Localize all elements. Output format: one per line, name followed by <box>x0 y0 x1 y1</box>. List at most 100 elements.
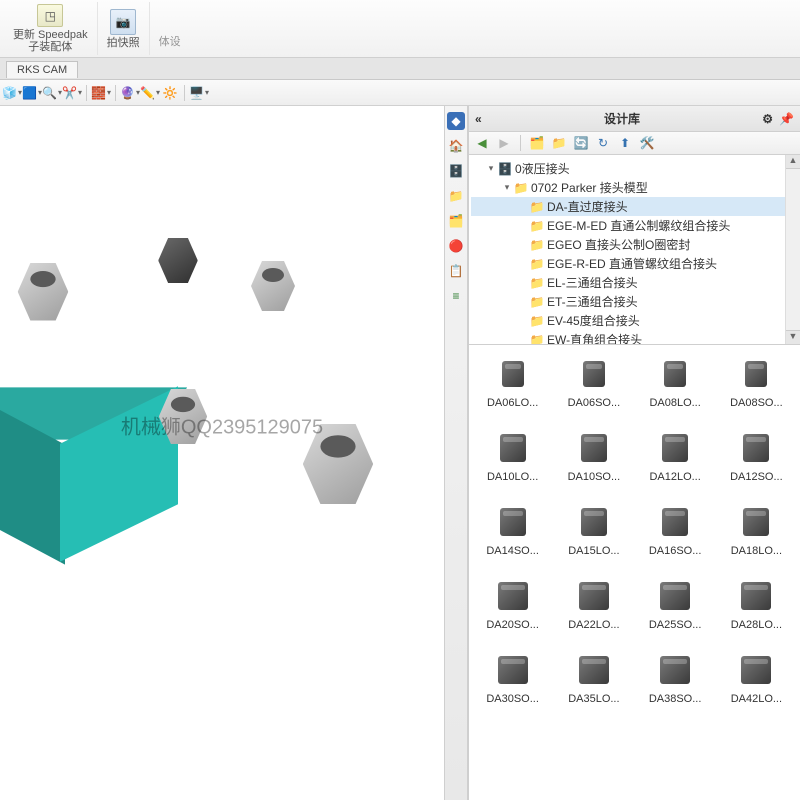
library-item-label: DA20SO... <box>486 619 539 631</box>
update-speedpak-button[interactable]: ◳ 更新 Speedpak 子装配体 <box>4 2 98 55</box>
new-folder-icon[interactable]: 📁 <box>551 135 567 151</box>
tree-item[interactable]: 📁ET-三通组合接头 <box>471 292 798 311</box>
trailing-button[interactable]: 体设 <box>150 2 190 55</box>
tab-solidworks-resources-icon[interactable]: ◆ <box>447 112 465 130</box>
tab-view-palette-icon[interactable]: 🗂️ <box>447 212 465 230</box>
up-icon[interactable]: ⬆ <box>617 135 633 151</box>
display-style-icon[interactable]: 🧱 <box>93 85 109 101</box>
library-item[interactable]: DA06LO... <box>475 353 550 409</box>
library-item-label: DA08SO... <box>730 397 783 409</box>
edit-icon[interactable]: ✏️ <box>142 85 158 101</box>
zoom-icon[interactable]: 🔍 <box>44 85 60 101</box>
trailing-label: 体设 <box>159 36 181 48</box>
library-item-label: DA08LO... <box>649 397 700 409</box>
tree-item[interactable]: 📁EV-45度组合接头 <box>471 311 798 330</box>
library-item-label: DA12SO... <box>730 471 783 483</box>
ribbon: ◳ 更新 Speedpak 子装配体 📷 拍快照 体设 <box>0 0 800 58</box>
snapshot-button[interactable]: 📷 拍快照 <box>98 2 150 55</box>
gear-icon[interactable]: ⚙ <box>762 112 773 126</box>
library-tree[interactable]: ▾🗄️0液压接头 ▾📁0702 Parker 接头模型 📁DA-直过度接头📁EG… <box>469 155 800 345</box>
part-thumb-icon <box>490 427 536 469</box>
separator <box>520 135 521 151</box>
camera-icon: 📷 <box>110 9 136 35</box>
tab-custom-props-icon[interactable]: 📋 <box>447 262 465 280</box>
library-thumbnails[interactable]: DA06LO... DA06SO... DA08LO... DA08SO... DA10… <box>469 345 800 800</box>
part-thumb-icon <box>733 649 779 691</box>
tab-file-explorer-icon[interactable]: 📁 <box>447 187 465 205</box>
library-item-label: DA06LO... <box>487 397 538 409</box>
tree-sub1[interactable]: ▾📁0702 Parker 接头模型 <box>471 178 798 197</box>
library-item-label: DA35LO... <box>568 693 619 705</box>
part-thumb-icon <box>733 575 779 617</box>
library-item[interactable]: DA20SO... <box>475 575 550 631</box>
speedpak-icon: ◳ <box>37 4 63 27</box>
library-item[interactable]: DA30SO... <box>475 649 550 705</box>
part-thumb-icon <box>571 353 617 395</box>
part-thumb-icon <box>652 501 698 543</box>
part-thumb-icon <box>733 427 779 469</box>
library-item[interactable]: DA10SO... <box>556 427 631 483</box>
part-thumb-icon <box>490 575 536 617</box>
screen-icon[interactable]: 🖥️ <box>191 85 207 101</box>
library-item[interactable]: DA22LO... <box>556 575 631 631</box>
library-item-label: DA42LO... <box>731 693 782 705</box>
tree-item[interactable]: 📁EGE-M-ED 直通公制螺纹组合接头 <box>471 216 798 235</box>
separator <box>86 85 87 101</box>
forward-icon[interactable]: ▶ <box>496 135 512 151</box>
collapse-icon[interactable]: « <box>475 112 482 126</box>
library-item[interactable]: DA06SO... <box>556 353 631 409</box>
library-item-label: DA10LO... <box>487 471 538 483</box>
tab-appearances-icon[interactable]: 🔴 <box>447 237 465 255</box>
library-item[interactable]: DA28LO... <box>719 575 794 631</box>
library-item[interactable]: DA38SO... <box>638 649 713 705</box>
tree-item[interactable]: 📁EGEO 直接头公制O圈密封 <box>471 235 798 254</box>
library-item-label: DA06SO... <box>568 397 621 409</box>
tree-root[interactable]: ▾🗄️0液压接头 <box>471 159 798 178</box>
model-nut-dark <box>153 229 203 283</box>
library-item[interactable]: DA10LO... <box>475 427 550 483</box>
model-hex-top <box>245 251 301 311</box>
part-thumb-icon <box>652 649 698 691</box>
library-item[interactable]: DA12SO... <box>719 427 794 483</box>
part-icon[interactable]: 🧊 <box>4 85 20 101</box>
library-item-label: DA30SO... <box>486 693 539 705</box>
tree-scrollbar[interactable]: ▲▼ <box>785 155 800 344</box>
tab-cam[interactable]: RKS CAM <box>6 61 78 78</box>
tree-item[interactable]: 📁DA-直过度接头 <box>471 197 798 216</box>
tab-design-library-icon[interactable]: 🗄️ <box>447 162 465 180</box>
library-item[interactable]: DA08LO... <box>638 353 713 409</box>
library-item[interactable]: DA16SO... <box>638 501 713 557</box>
add-location-icon[interactable]: 🗂️ <box>529 135 545 151</box>
graphics-viewport[interactable]: 机械狮QQ2395129075 <box>0 106 444 800</box>
section-icon[interactable]: ✂️ <box>64 85 80 101</box>
task-pane-tabs: ◆ 🏠 🗄️ 📁 🗂️ 🔴 📋 ≡ <box>444 106 468 800</box>
library-item[interactable]: DA15LO... <box>556 501 631 557</box>
tree-item[interactable]: 📁EGE-R-ED 直通管螺纹组合接头 <box>471 254 798 273</box>
part-thumb-icon <box>490 501 536 543</box>
back-icon[interactable]: ◀ <box>474 135 490 151</box>
part-thumb-icon <box>571 649 617 691</box>
pin-icon[interactable]: 📌 <box>779 112 794 126</box>
library-item[interactable]: DA35LO... <box>556 649 631 705</box>
appearance-icon[interactable]: 🔮 <box>122 85 138 101</box>
tree-item[interactable]: 📁EW-直角组合接头 <box>471 330 798 345</box>
library-item[interactable]: DA18LO... <box>719 501 794 557</box>
library-item[interactable]: DA08SO... <box>719 353 794 409</box>
library-item[interactable]: DA14SO... <box>475 501 550 557</box>
tab-forum-icon[interactable]: ≡ <box>447 287 465 305</box>
panel-toolbar: ◀ ▶ 🗂️ 📁 🔄 ↻ ⬆ 🛠️ <box>469 132 800 155</box>
render-icon[interactable]: 🔆 <box>162 85 178 101</box>
tree-item[interactable]: 📁EL-三通组合接头 <box>471 273 798 292</box>
config-icon[interactable]: 🛠️ <box>639 135 655 151</box>
assembly-icon[interactable]: 🟦 <box>24 85 40 101</box>
tab-home-icon[interactable]: 🏠 <box>447 137 465 155</box>
library-item[interactable]: DA12LO... <box>638 427 713 483</box>
part-thumb-icon <box>652 575 698 617</box>
library-item[interactable]: DA25SO... <box>638 575 713 631</box>
reload-icon[interactable]: 🔄 <box>573 135 589 151</box>
separator <box>115 85 116 101</box>
workspace: 机械狮QQ2395129075 ◆ 🏠 🗄️ 📁 🗂️ 🔴 📋 ≡ « 设计库 … <box>0 106 800 800</box>
library-item-label: DA15LO... <box>568 545 619 557</box>
refresh-icon[interactable]: ↻ <box>595 135 611 151</box>
library-item[interactable]: DA42LO... <box>719 649 794 705</box>
